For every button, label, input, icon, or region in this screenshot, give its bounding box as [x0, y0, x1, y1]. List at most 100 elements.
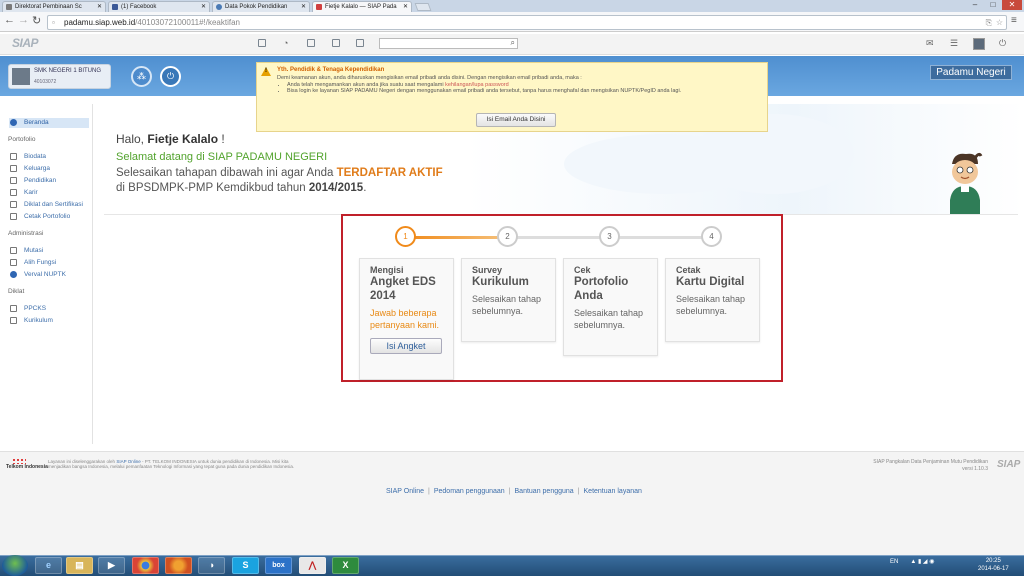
sidebar-header-administrasi: Administrasi — [8, 230, 44, 237]
greeting: Halo, Fietje Kalalo ! — [116, 132, 225, 146]
box-icon[interactable]: box — [265, 557, 292, 574]
step-description: Jawab beberapa pertanyaan kami. — [370, 308, 440, 330]
sidebar-item-diklat-sertifikasi[interactable]: Diklat dan Sertifikasi — [9, 200, 89, 210]
grid-icon[interactable] — [307, 39, 315, 47]
media-player-icon[interactable]: ▶ — [98, 557, 125, 574]
facebook-favicon-icon — [112, 4, 118, 10]
user-name: Fietje Kalalo — [147, 132, 219, 146]
chrome-icon[interactable] — [132, 557, 159, 574]
file-explorer-icon[interactable]: ▤ — [66, 557, 93, 574]
document-icon[interactable] — [332, 39, 340, 47]
page-action-icon[interactable]: ⎘ — [986, 16, 992, 29]
steps-progress-bar — [405, 236, 712, 239]
sidebar-item-kurikulum[interactable]: Kurikulum — [9, 316, 89, 326]
pdf-reader-icon[interactable]: ⋀ — [299, 557, 326, 574]
power-circle-icon[interactable]: ⏻ — [160, 66, 181, 87]
transfer-icon — [10, 247, 17, 254]
new-tab-button[interactable] — [414, 3, 432, 11]
sidebar-item-label: Pendidikan — [24, 177, 57, 184]
sidebar-item-label: Cetak Portofolio — [24, 213, 71, 220]
siap-online-link[interactable]: SIAP Online — [386, 488, 424, 495]
school-card[interactable]: SMK NEGERI 1 BITUNG 40103072 — [8, 64, 111, 89]
step-card-3: Cek Portofolio Anda Selesaikan tahap seb… — [563, 258, 658, 356]
school-id: 40103072 — [34, 79, 57, 85]
siap-logo[interactable]: SIAP — [12, 36, 39, 50]
system-tray[interactable]: EN ▲ ▮ ◢ ◉ — [890, 558, 934, 565]
card-icon — [10, 177, 17, 184]
instruction-line-1: Selesaikan tahapan dibawah ini agar Anda… — [116, 167, 443, 179]
search-icon[interactable]: ⌕ — [511, 38, 515, 48]
browser-tab-3[interactable]: Data Pokok Pendidikan ✕ — [212, 1, 310, 12]
sidebar-item-mutasi[interactable]: Mutasi — [9, 246, 89, 256]
book-icon[interactable] — [356, 39, 364, 47]
network-icon[interactable]: ⁂ — [131, 66, 152, 87]
rss-icon[interactable]: ◔ — [283, 38, 288, 48]
step-title-1: Cek — [574, 265, 591, 275]
sidebar-item-ppcks[interactable]: PPCKS — [9, 304, 89, 314]
maximize-button[interactable]: □ — [984, 0, 1002, 10]
step-number-2: 2 — [497, 226, 518, 247]
skype-icon[interactable]: S — [232, 557, 259, 574]
language-indicator[interactable]: EN — [890, 559, 898, 565]
url-path: /40103072100011#!/keaktifan — [135, 18, 240, 27]
power-icon[interactable]: ⏻ — [999, 38, 1006, 49]
sidebar-item-karir[interactable]: Karir — [9, 188, 89, 198]
alert-title: Yth. Pendidik & Tenaga Kependidikan — [277, 67, 385, 73]
tab-label: Fietje Kalalo — SIAP Pada — [325, 4, 397, 10]
close-tab-icon[interactable]: ✕ — [97, 2, 102, 12]
alert-body: Demi keamanan akun, anda diharuskan meng… — [277, 75, 681, 95]
mascot-illustration — [950, 152, 983, 214]
sidebar-item-cetak-portofolio[interactable]: Cetak Portofolio — [9, 212, 89, 222]
sidebar-item-biodata[interactable]: Biodata — [9, 152, 89, 162]
page-icon: ▫ — [52, 18, 55, 27]
fill-survey-button[interactable]: Isi Angket — [370, 338, 442, 354]
search-input[interactable]: ⌕ — [379, 38, 518, 49]
sidebar-item-alih-fungsi[interactable]: Alih Fungsi — [9, 258, 89, 268]
close-tab-icon[interactable]: ✕ — [201, 2, 206, 12]
excel-icon[interactable]: X — [332, 557, 359, 574]
step-title-2: Kartu Digital — [676, 276, 745, 288]
browser-tab-active[interactable]: Fietje Kalalo — SIAP Pada ✕ — [312, 1, 412, 12]
start-button[interactable] — [2, 555, 28, 576]
torrent-icon[interactable]: ◑ — [198, 557, 225, 574]
menu-icon[interactable]: ≡ — [1011, 15, 1017, 26]
close-window-button[interactable]: ✕ — [1002, 0, 1022, 10]
minimize-button[interactable]: – — [966, 0, 984, 10]
sidebar-item-verval-nuptk[interactable]: Verval NUPTK — [9, 270, 89, 280]
url-host: padamu.siap.web.id — [64, 18, 136, 27]
list-icon[interactable]: ☰ — [950, 38, 958, 49]
sidebar-item-pendidikan[interactable]: Pendidikan — [9, 176, 89, 186]
tab-label: Data Pokok Pendidikan — [225, 4, 288, 10]
step-title-2: Portofolio Anda — [574, 276, 629, 302]
bantuan-link[interactable]: Bantuan pengguna — [515, 488, 574, 495]
lost-password-link[interactable]: kehilangan/lupa password — [445, 82, 509, 88]
step-title-2: Angket EDS 2014 — [370, 276, 436, 302]
browser-tab-2[interactable]: (1) Facebook ✕ — [108, 1, 210, 12]
card-icon — [10, 201, 17, 208]
pedoman-link[interactable]: Pedoman penggunaan — [434, 488, 505, 495]
reload-icon[interactable]: ↻ — [32, 14, 41, 27]
back-arrow-icon[interactable]: ← — [4, 14, 15, 26]
step-card-1: Mengisi Angket EDS 2014 Jawab beberapa p… — [359, 258, 454, 380]
ketentuan-link[interactable]: Ketentuan layanan — [584, 488, 642, 495]
forward-arrow-icon[interactable]: → — [18, 14, 29, 26]
cube-icon[interactable] — [258, 39, 266, 47]
favicon-icon — [216, 4, 222, 10]
clock-time: 20:25 — [985, 558, 1001, 564]
internet-explorer-icon[interactable]: e — [35, 557, 62, 574]
tray-icons[interactable]: ▲ ▮ ◢ ◉ — [910, 559, 934, 565]
close-tab-icon[interactable]: ✕ — [301, 2, 306, 12]
close-tab-icon[interactable]: ✕ — [403, 2, 408, 12]
taskbar-clock[interactable]: 20:25 2014-06-17 — [978, 557, 1009, 573]
firefox-icon[interactable] — [165, 557, 192, 574]
fill-email-button[interactable]: Isi Email Anda Disini — [476, 113, 556, 127]
user-avatar[interactable] — [973, 38, 985, 50]
mail-icon[interactable]: ✉ — [926, 38, 934, 49]
sidebar-item-keluarga[interactable]: Keluarga — [9, 164, 89, 174]
browser-tab-1[interactable]: Direktorat Pembinaan Sc ✕ — [2, 1, 106, 12]
sidebar-item-beranda[interactable]: Beranda — [9, 118, 89, 128]
bookmark-star-icon[interactable]: ☆ — [996, 16, 1003, 29]
address-bar[interactable]: ▫ padamu.siap.web.id/40103072100011#!/ke… — [47, 15, 1007, 30]
step-card-2: Survey Kurikulum Selesaikan tahap sebelu… — [461, 258, 556, 342]
info-icon — [10, 119, 17, 126]
